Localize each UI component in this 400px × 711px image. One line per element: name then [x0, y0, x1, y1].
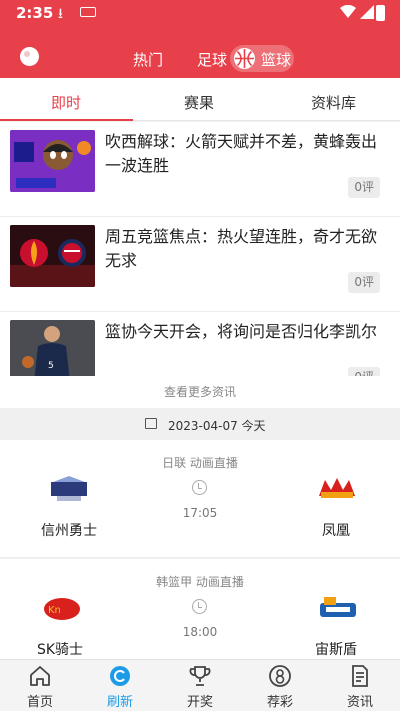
nav-lottery-label: 开奖: [186, 695, 213, 710]
news-thumbnail: 5: [10, 320, 95, 382]
comment-count: 0评: [348, 177, 380, 198]
nav-basketball[interactable]: 篮球: [230, 45, 294, 72]
bottom-nav: 首页 刷新 开奖 荐彩 资讯: [0, 659, 400, 711]
nav-recommend-label: 荐彩: [266, 695, 293, 710]
document-icon: [352, 665, 368, 687]
notification-icon: [80, 7, 96, 17]
nav-basketball-label: 篮球: [261, 51, 292, 69]
nav-recommend[interactable]: 荐彩: [240, 660, 320, 711]
date-bar[interactable]: 2023-04-07 今天: [0, 408, 400, 440]
match-row[interactable]: 日联 动画直播 信州勇士 17:05 凤凰: [0, 440, 400, 558]
nav-football[interactable]: 足球: [197, 49, 227, 70]
tab-results[interactable]: 赛果: [184, 92, 214, 113]
nav-home[interactable]: 首页: [0, 660, 80, 711]
home-icon: [30, 666, 50, 686]
nav-news[interactable]: 资讯: [320, 660, 400, 711]
eight-ball-icon: [269, 665, 291, 687]
refresh-icon: [110, 666, 130, 686]
player-photo: 5: [10, 320, 95, 382]
svg-text:5: 5: [48, 361, 54, 371]
nav-refresh[interactable]: 刷新: [80, 660, 160, 711]
active-tab-indicator: [0, 119, 133, 121]
more-news-link[interactable]: 查看更多资讯: [0, 376, 400, 408]
comment-count: 0评: [348, 272, 380, 293]
date-text: 2023-04-07 今天: [168, 419, 266, 433]
download-icon: ⭳: [58, 6, 63, 22]
nav-lottery[interactable]: 开奖: [160, 660, 240, 711]
news-thumbnail: [10, 130, 95, 192]
match-time: 17:05: [182, 506, 218, 520]
news-item[interactable]: 周五竞篮焦点：热火望连胜，奇才无欲无求 0评: [0, 217, 400, 312]
away-team-name: 宙斯盾: [315, 642, 357, 658]
away-team-logo: [319, 478, 355, 498]
clock-icon: [192, 480, 207, 495]
wifi-icon: [340, 5, 356, 18]
sub-tabs: 即时 赛果 资料库: [0, 78, 400, 121]
cartoon-player-image: [10, 130, 95, 192]
clock-icon: [192, 599, 207, 614]
news-thumbnail: [10, 225, 95, 287]
signal-icon: [360, 5, 374, 19]
league-label: 韩篮甲 动画直播: [156, 575, 244, 589]
calendar-icon: [145, 418, 157, 429]
battery-icon: [376, 5, 385, 21]
home-team-name: 信州勇士: [41, 523, 97, 539]
away-team-logo: [320, 597, 356, 617]
nav-refresh-label: 刷新: [106, 695, 133, 710]
home-team-logo: [51, 476, 87, 501]
news-title: 篮协今天开会，将询问是否归化李凯尔: [105, 322, 378, 341]
basketball-icon: [234, 48, 255, 69]
trophy-icon: [189, 666, 211, 686]
tab-live[interactable]: 即时: [51, 92, 81, 113]
nav-hot[interactable]: 热门: [133, 49, 163, 70]
home-team-name: SK骑士: [36, 642, 84, 658]
avatar[interactable]: [20, 47, 39, 66]
svg-text:Kn: Kn: [48, 605, 61, 616]
news-title: 吹西解球：火箭天赋并不差，黄蜂轰出一波连胜: [105, 132, 378, 175]
status-time: 2:35: [16, 4, 54, 22]
top-nav: 热门 足球 篮球: [0, 26, 400, 78]
news-title: 周五竞篮焦点：热火望连胜，奇才无欲无求: [105, 227, 378, 270]
tab-database[interactable]: 资料库: [311, 92, 356, 113]
team-logos-image: [10, 225, 95, 287]
home-team-logo: Kn: [44, 598, 80, 620]
nav-home-label: 首页: [26, 695, 53, 710]
match-time: 18:00: [182, 625, 218, 639]
nav-news-label: 资讯: [346, 695, 373, 710]
away-team-name: 凤凰: [322, 523, 350, 539]
league-label: 日联 动画直播: [162, 456, 238, 470]
status-bar: 2:35 ⭳: [0, 0, 400, 26]
news-item[interactable]: 吹西解球：火箭天赋并不差，黄蜂轰出一波连胜 0评: [0, 122, 400, 217]
